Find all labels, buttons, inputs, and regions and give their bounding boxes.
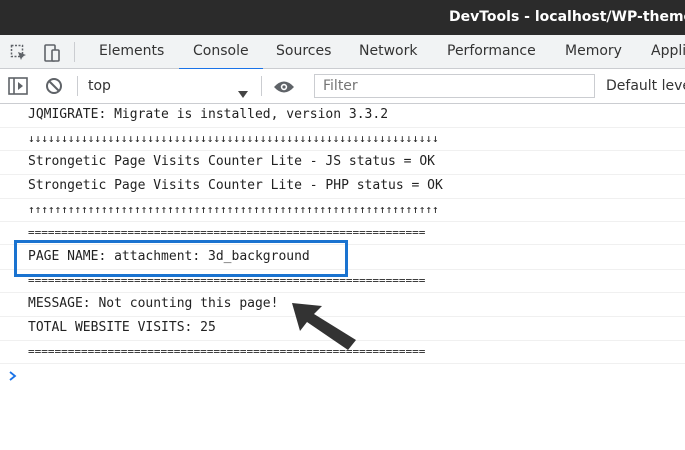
tab-performance[interactable]: Performance xyxy=(447,35,536,69)
window-title: DevTools - localhost/WP-themes/ xyxy=(449,9,685,25)
toolbar-separator xyxy=(74,42,75,62)
console-message: Strongetic Page Visits Counter Lite - JS… xyxy=(0,151,685,175)
clear-console-icon[interactable] xyxy=(45,77,63,99)
console-message-text: Strongetic Page Visits Counter Lite - PH… xyxy=(28,178,443,193)
console-message-text: Strongetic Page Visits Counter Lite - JS… xyxy=(28,154,435,169)
console-message: JQMIGRATE: Migrate is installed, version… xyxy=(0,104,685,128)
chevron-down-icon[interactable] xyxy=(238,83,248,102)
toolbar-separator xyxy=(261,76,262,96)
window-titlebar: DevTools - localhost/WP-themes/ xyxy=(0,0,685,35)
console-message-text: ↓↓↓↓↓↓↓↓↓↓↓↓↓↓↓↓↓↓↓↓↓↓↓↓↓↓↓↓↓↓↓↓↓↓↓↓↓↓↓↓… xyxy=(28,132,439,145)
live-expression-icon[interactable] xyxy=(273,79,295,98)
tab-sources[interactable]: Sources xyxy=(276,35,331,69)
console-message-text: ========================================… xyxy=(28,345,426,358)
console-prompt-icon[interactable] xyxy=(8,367,18,386)
annotation-arrow-icon xyxy=(290,300,360,356)
console-toolbar: top Filter Default levels xyxy=(0,69,685,104)
tab-console[interactable]: Console xyxy=(179,35,263,70)
tab-memory[interactable]: Memory xyxy=(565,35,622,69)
console-message-text: ↑↑↑↑↑↑↑↑↑↑↑↑↑↑↑↑↑↑↑↑↑↑↑↑↑↑↑↑↑↑↑↑↑↑↑↑↑↑↑↑… xyxy=(28,203,439,216)
console-message-text: MESSAGE: Not counting this page! xyxy=(28,296,279,311)
toolbar-separator xyxy=(77,76,78,96)
filter-input[interactable]: Filter xyxy=(314,74,595,98)
console-message-text: JQMIGRATE: Migrate is installed, version… xyxy=(28,107,389,122)
inspect-element-icon[interactable] xyxy=(10,44,28,66)
console-message: ↑↑↑↑↑↑↑↑↑↑↑↑↑↑↑↑↑↑↑↑↑↑↑↑↑↑↑↑↑↑↑↑↑↑↑↑↑↑↑↑… xyxy=(0,199,685,222)
console-message-text: ========================================… xyxy=(28,226,426,239)
log-levels-dropdown[interactable]: Default levels xyxy=(606,69,685,104)
console-message: ↓↓↓↓↓↓↓↓↓↓↓↓↓↓↓↓↓↓↓↓↓↓↓↓↓↓↓↓↓↓↓↓↓↓↓↓↓↓↓↓… xyxy=(0,128,685,151)
tab-network[interactable]: Network xyxy=(359,35,417,69)
tab-elements[interactable]: Elements xyxy=(99,35,164,69)
highlight-box xyxy=(14,240,348,277)
tab-application[interactable]: Appli xyxy=(651,35,685,69)
console-message-text: TOTAL WEBSITE VISITS: 25 xyxy=(28,320,216,335)
device-toolbar-icon[interactable] xyxy=(42,44,62,66)
devtools-tabbar: Elements Console Sources Network Perform… xyxy=(0,35,685,70)
console-message: Strongetic Page Visits Counter Lite - PH… xyxy=(0,175,685,199)
show-sidebar-icon[interactable] xyxy=(8,77,28,99)
context-select[interactable]: top xyxy=(88,69,111,104)
